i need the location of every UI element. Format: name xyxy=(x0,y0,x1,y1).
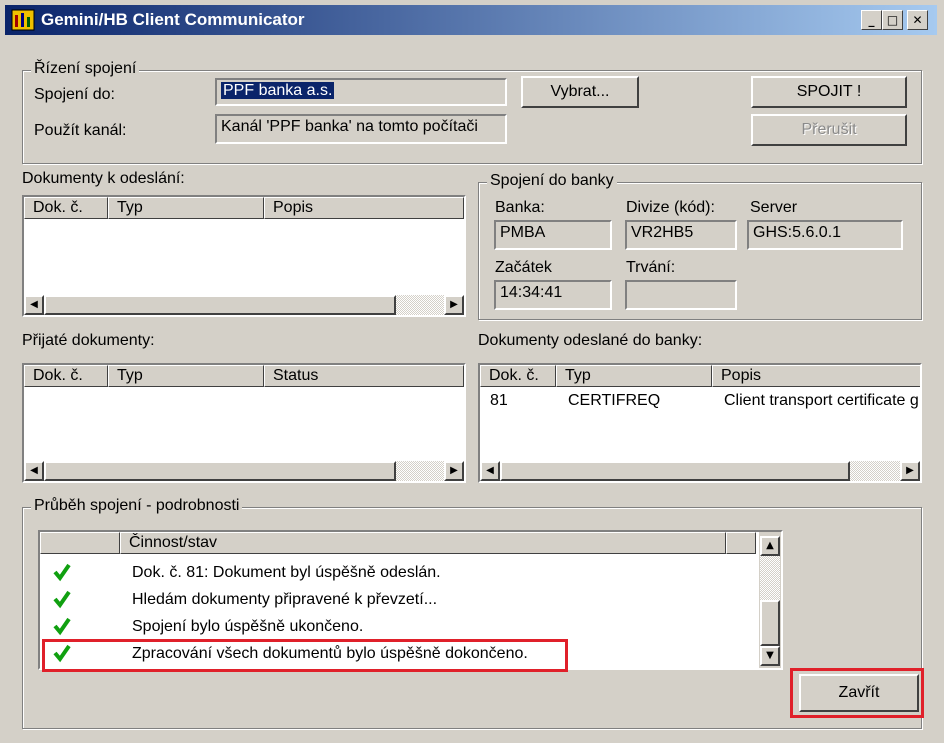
list-item[interactable]: Hledám dokumenty připravené k převzetí..… xyxy=(40,587,756,613)
division-value: VR2HB5 xyxy=(631,224,694,241)
close-window-button[interactable]: ✕ xyxy=(907,10,928,30)
activity-text: Dok. č. 81: Dokument byl úspěšně odeslán… xyxy=(132,564,441,581)
channel-label: Použít kanál: xyxy=(34,122,127,139)
duration-field xyxy=(625,280,737,310)
select-button[interactable]: Vybrat... xyxy=(521,76,639,108)
arrow-left-icon[interactable]: ◀ xyxy=(480,461,500,481)
column-header-blank[interactable] xyxy=(726,532,756,554)
server-label: Server xyxy=(750,199,798,216)
close-icon: ✕ xyxy=(912,13,923,27)
duration-label: Trvání: xyxy=(626,259,676,276)
bank-field: PMBA xyxy=(494,220,612,250)
bank-value: PMBA xyxy=(500,224,546,241)
row-doc-number: 81 xyxy=(490,392,508,409)
vertical-scrollbar[interactable]: ▲ ▼ xyxy=(759,532,781,668)
main-window: Gemini/HB Client Communicator _ □ ✕ Říze… xyxy=(0,0,944,743)
progress-details-title: Průběh spojení - podrobnosti xyxy=(31,497,243,515)
maximize-icon: □ xyxy=(886,13,899,27)
division-field: VR2HB5 xyxy=(625,220,737,250)
activity-text: Spojení bylo úspěšně ukončeno. xyxy=(132,618,364,635)
channel-field: Kanál 'PPF banka' na tomto počítači xyxy=(215,114,507,144)
check-icon xyxy=(53,563,71,582)
start-field: 14:34:41 xyxy=(494,280,612,310)
arrow-right-icon[interactable]: ▶ xyxy=(444,295,464,315)
select-button-label: Vybrat... xyxy=(550,83,610,100)
scroll-track[interactable] xyxy=(850,461,900,481)
server-field: GHS:5.6.0.1 xyxy=(747,220,903,250)
column-header-status[interactable]: Status xyxy=(264,365,464,387)
received-documents-label: Přijaté dokumenty: xyxy=(22,332,155,349)
arrow-right-icon[interactable]: ▶ xyxy=(444,461,464,481)
connect-to-value: PPF banka a.s. xyxy=(221,82,335,99)
list-item[interactable]: Spojení bylo úspěšně ukončeno. xyxy=(40,614,756,640)
connect-button-label: SPOJIT ! xyxy=(796,83,862,100)
scroll-track[interactable] xyxy=(396,295,444,315)
scroll-thumb[interactable] xyxy=(44,295,396,315)
title-bar[interactable]: Gemini/HB Client Communicator _ □ ✕ xyxy=(5,5,937,35)
connect-button[interactable]: SPOJIT ! xyxy=(751,76,907,108)
column-header-doc[interactable]: Dok. č. xyxy=(24,197,108,219)
minimize-icon: _ xyxy=(868,13,875,27)
connect-to-label: Spojení do: xyxy=(34,86,115,103)
horizontal-scrollbar[interactable]: ◀ ▶ xyxy=(480,461,920,481)
channel-value: Kanál 'PPF banka' na tomto počítači xyxy=(221,118,478,135)
column-header-type[interactable]: Typ xyxy=(556,365,712,387)
arrow-up-icon[interactable]: ▲ xyxy=(760,536,780,556)
horizontal-scrollbar[interactable]: ◀ ▶ xyxy=(24,295,464,315)
maximize-button[interactable]: □ xyxy=(882,10,903,30)
horizontal-scrollbar[interactable]: ◀ ▶ xyxy=(24,461,464,481)
column-header-doc[interactable]: Dok. č. xyxy=(480,365,556,387)
connect-to-field[interactable]: PPF banka a.s. xyxy=(215,78,507,106)
column-header-doc[interactable]: Dok. č. xyxy=(24,365,108,387)
received-documents-list[interactable]: Dok. č. Typ Status ◀ ▶ xyxy=(22,363,466,483)
scroll-track[interactable] xyxy=(760,556,780,600)
connection-control-title: Řízení spojení xyxy=(31,60,140,78)
column-header-status-icon[interactable] xyxy=(40,532,120,554)
scroll-thumb[interactable] xyxy=(760,600,780,646)
documents-to-send-label: Dokumenty k odeslání: xyxy=(22,170,185,187)
documents-to-send-list[interactable]: Dok. č. Typ Popis ◀ ▶ xyxy=(22,195,466,317)
activity-text: Hledám dokumenty připravené k převzetí..… xyxy=(132,591,438,608)
arrow-left-icon[interactable]: ◀ xyxy=(24,461,44,481)
bank-connection-title: Spojení do banky xyxy=(487,172,617,190)
row-type: CERTIFREQ xyxy=(568,392,661,409)
column-header-type[interactable]: Typ xyxy=(108,365,264,387)
highlight-annotation xyxy=(42,639,568,672)
start-label: Začátek xyxy=(495,259,552,276)
check-icon xyxy=(53,590,71,609)
minimize-button[interactable]: _ xyxy=(861,10,882,30)
column-header-desc[interactable]: Popis xyxy=(712,365,920,387)
arrow-right-icon[interactable]: ▶ xyxy=(900,461,920,481)
sent-documents-list[interactable]: Dok. č. Typ Popis 81 CERTIFREQ Client tr… xyxy=(478,363,922,483)
scroll-track[interactable] xyxy=(396,461,444,481)
arrow-left-icon[interactable]: ◀ xyxy=(24,295,44,315)
table-row[interactable]: 81 CERTIFREQ Client transport certificat… xyxy=(480,389,920,413)
server-value: GHS:5.6.0.1 xyxy=(753,224,842,241)
interrupt-button[interactable]: Přerušit xyxy=(751,114,907,146)
highlight-annotation xyxy=(790,668,924,718)
sent-documents-label: Dokumenty odeslané do banky: xyxy=(478,332,703,349)
arrow-down-icon[interactable]: ▼ xyxy=(760,646,780,666)
scroll-thumb[interactable] xyxy=(500,461,850,481)
list-item[interactable]: Dok. č. 81: Dokument byl úspěšně odeslán… xyxy=(40,560,756,586)
scroll-thumb[interactable] xyxy=(44,461,396,481)
division-label: Divize (kód): xyxy=(626,199,715,216)
column-header-activity[interactable]: Činnost/stav xyxy=(120,532,726,554)
check-icon xyxy=(53,617,71,636)
row-description: Client transport certificate g xyxy=(724,392,919,409)
interrupt-button-label: Přerušit xyxy=(801,121,857,138)
column-header-desc[interactable]: Popis xyxy=(264,197,464,219)
app-icon xyxy=(11,9,35,31)
window-title: Gemini/HB Client Communicator xyxy=(41,10,305,29)
column-header-type[interactable]: Typ xyxy=(108,197,264,219)
start-value: 14:34:41 xyxy=(500,284,563,301)
bank-label: Banka: xyxy=(495,199,545,216)
